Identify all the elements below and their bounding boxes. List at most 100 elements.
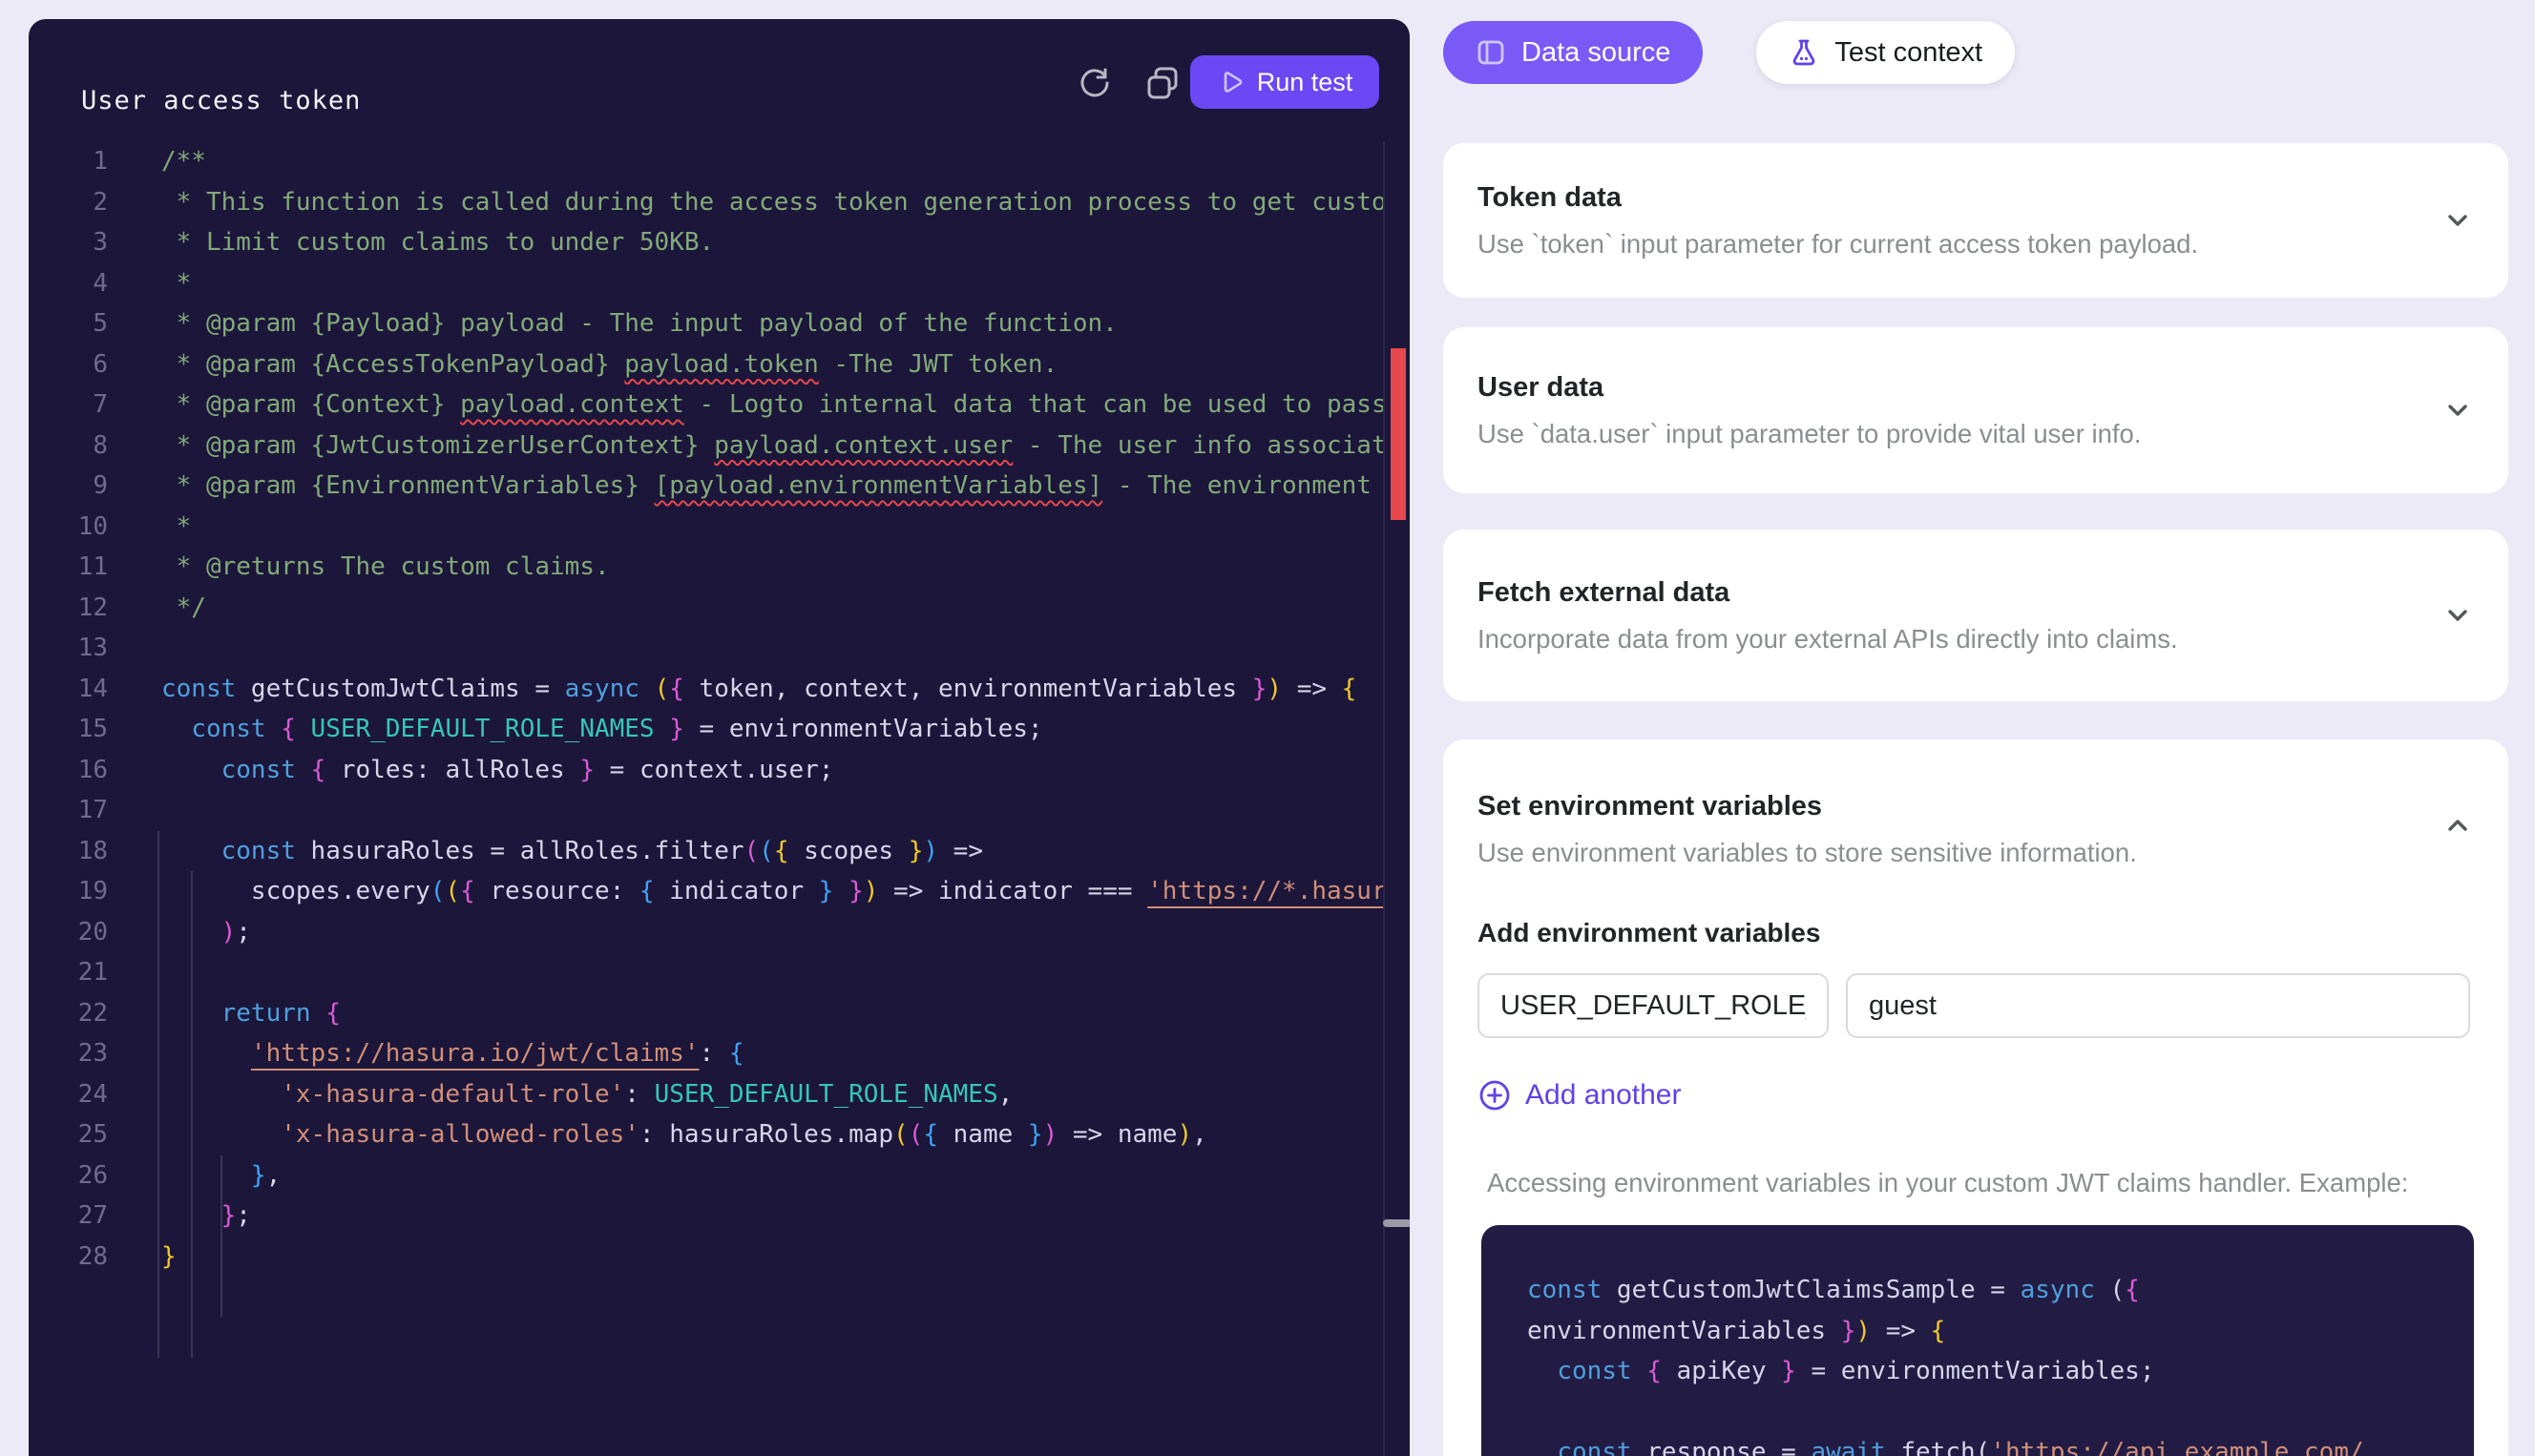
code-token: ( bbox=[909, 1120, 924, 1149]
code-token: { bbox=[923, 1120, 938, 1149]
line-number: 17 bbox=[29, 790, 108, 831]
copy-button[interactable] bbox=[1143, 64, 1182, 102]
code-token bbox=[2095, 1276, 2110, 1304]
flask-icon bbox=[1789, 37, 1819, 68]
line-number: 14 bbox=[29, 669, 108, 710]
code-token: payload.context bbox=[460, 390, 684, 419]
code-token: { bbox=[325, 999, 341, 1028]
code-token: } bbox=[579, 756, 595, 784]
env-value-input[interactable] bbox=[1846, 973, 2470, 1038]
add-another-button[interactable]: Add another bbox=[1477, 1078, 1681, 1113]
line-number: 16 bbox=[29, 750, 108, 791]
code-token: } bbox=[161, 1242, 177, 1271]
indent-guide bbox=[220, 1155, 222, 1318]
tab-bar: Data source Test context bbox=[1443, 21, 2015, 84]
code-token: getCustomJwtClaims = bbox=[236, 675, 564, 703]
card-token-data[interactable]: Token data Use `token` input parameter f… bbox=[1443, 143, 2508, 298]
line-number: 13 bbox=[29, 628, 108, 669]
tab-test-context-label: Test context bbox=[1834, 37, 1982, 69]
code-token: * @param {AccessTokenPayload} bbox=[161, 350, 624, 379]
code-token: * @param {EnvironmentVariables} bbox=[161, 471, 655, 500]
line-number: 18 bbox=[29, 831, 108, 872]
code-token: { bbox=[1931, 1317, 1946, 1345]
tab-data-source[interactable]: Data source bbox=[1443, 21, 1703, 84]
env-key-input[interactable] bbox=[1477, 973, 1829, 1038]
code-token: : bbox=[700, 1039, 729, 1068]
code-token: ; bbox=[236, 1201, 251, 1230]
code-token bbox=[1527, 1438, 1557, 1456]
code-line bbox=[161, 628, 1383, 669]
indent-guide bbox=[157, 831, 159, 1358]
code-token bbox=[639, 675, 655, 703]
line-number: 15 bbox=[29, 709, 108, 750]
code-token bbox=[833, 877, 848, 905]
code-line bbox=[161, 952, 1383, 993]
code-token: * @param {JwtCustomizerUserContext} bbox=[161, 431, 714, 460]
code-token: 'https://*.hasura.io' bbox=[1147, 877, 1383, 905]
line-number: 6 bbox=[29, 344, 108, 385]
code-line: const getCustomJwtClaimsSample = async (… bbox=[1527, 1269, 2428, 1310]
code-token: fetch bbox=[1886, 1438, 1976, 1456]
chevron-down-icon[interactable] bbox=[2441, 204, 2474, 237]
card-fetch-external-data[interactable]: Fetch external data Incorporate data fro… bbox=[1443, 530, 2508, 701]
code-token: payload.token bbox=[624, 350, 819, 379]
code-token: return bbox=[221, 999, 311, 1028]
line-number: 28 bbox=[29, 1237, 108, 1278]
card-set-environment-variables[interactable]: Set environment variables Use environmen… bbox=[1443, 739, 2508, 1456]
chevron-down-icon[interactable] bbox=[2441, 394, 2474, 426]
chevron-up-icon[interactable] bbox=[2441, 809, 2474, 842]
code-token: ( bbox=[1976, 1438, 1991, 1456]
code-token bbox=[161, 1120, 281, 1149]
horizontal-scrollbar-thumb[interactable] bbox=[1383, 1219, 1410, 1227]
code-line: * @param {AccessTokenPayload} payload.to… bbox=[161, 344, 1383, 385]
code-token bbox=[161, 756, 221, 784]
code-token: { bbox=[460, 877, 475, 905]
code-token: => bbox=[1282, 675, 1342, 703]
tab-test-context[interactable]: Test context bbox=[1756, 21, 2015, 84]
code-lines: /** * This function is called during the… bbox=[161, 141, 1383, 1277]
error-overview-marker bbox=[1391, 348, 1406, 520]
card-title: User data bbox=[1477, 372, 2474, 404]
code-line: ); bbox=[161, 912, 1383, 953]
code-token: ( bbox=[759, 837, 774, 865]
code-token: ( bbox=[445, 877, 460, 905]
code-token: ) bbox=[1855, 1317, 1871, 1345]
run-test-button[interactable]: Run test bbox=[1190, 55, 1379, 109]
chevron-down-icon[interactable] bbox=[2441, 599, 2474, 632]
line-number: 24 bbox=[29, 1074, 108, 1115]
code-line: */ bbox=[161, 588, 1383, 629]
code-token bbox=[161, 715, 191, 743]
line-number: 11 bbox=[29, 547, 108, 588]
code-token: * @returns The custom claims. bbox=[161, 552, 610, 581]
code-token: - The environment variables. bbox=[1102, 471, 1383, 500]
card-title: Set environment variables bbox=[1477, 791, 2474, 822]
code-token: 'x-hasura-allowed-roles' bbox=[281, 1120, 639, 1149]
code-area[interactable]: 1234567891011121314151617181920212223242… bbox=[29, 141, 1383, 1456]
env-variables-label: Add environment variables bbox=[1477, 918, 2474, 948]
code-token: indicator bbox=[655, 877, 819, 905]
code-line: * @param {EnvironmentVariables} [payload… bbox=[161, 466, 1383, 507]
code-token: const bbox=[221, 837, 296, 865]
code-token bbox=[161, 1161, 251, 1190]
card-user-data[interactable]: User data Use `data.user` input paramete… bbox=[1443, 327, 2508, 493]
code-line: * bbox=[161, 507, 1383, 548]
code-line: * @param {JwtCustomizerUserContext} payl… bbox=[161, 426, 1383, 467]
code-token: => name bbox=[1058, 1120, 1177, 1149]
code-line: scopes.every(({ resource: { indicator } … bbox=[161, 871, 1383, 912]
code-token: hasuraRoles = allRoles.filter bbox=[296, 837, 744, 865]
code-token: /** bbox=[161, 147, 206, 176]
code-token: token, context, environmentVariables bbox=[684, 675, 1252, 703]
code-line: const hasuraRoles = allRoles.filter(({ s… bbox=[161, 831, 1383, 872]
card-subtitle: Incorporate data from your external APIs… bbox=[1477, 624, 2474, 655]
line-number: 9 bbox=[29, 466, 108, 507]
code-token: const bbox=[1557, 1357, 1631, 1385]
code-token: } bbox=[819, 877, 834, 905]
editor-scrollbar-track bbox=[1383, 141, 1385, 1456]
code-line: const getCustomJwtClaims = async ({ toke… bbox=[161, 669, 1383, 710]
refresh-button[interactable] bbox=[1076, 64, 1114, 102]
code-token: = environmentVariables; bbox=[1796, 1357, 2155, 1385]
play-icon bbox=[1217, 68, 1246, 96]
code-token: async bbox=[565, 675, 639, 703]
code-token: * bbox=[161, 269, 191, 298]
card-subtitle: Use environment variables to store sensi… bbox=[1477, 838, 2474, 868]
